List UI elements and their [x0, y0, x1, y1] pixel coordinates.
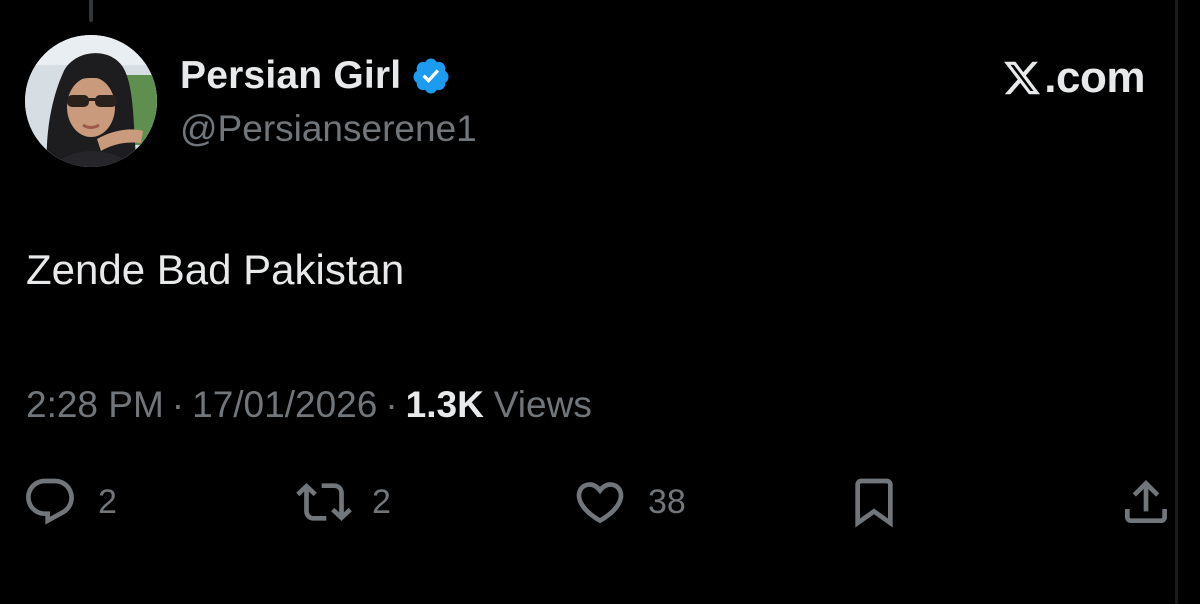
retweet-count: 2	[372, 482, 391, 521]
brand-watermark: .com	[1002, 52, 1145, 104]
like-button[interactable]: 38	[572, 470, 686, 534]
tweet-actions-bar: 2 2 38	[0, 470, 1200, 534]
retweet-icon	[296, 483, 352, 521]
brand-domain-text: .com	[1044, 53, 1145, 102]
tweet-time[interactable]: 2:28 PM	[26, 384, 164, 426]
reply-button[interactable]: 2	[22, 470, 117, 534]
separator-dot: ·	[171, 384, 185, 425]
share-button[interactable]	[1118, 470, 1174, 534]
tweet-text: Zende Bad Pakistan	[26, 246, 405, 293]
reply-count: 2	[98, 482, 117, 521]
share-icon	[1125, 480, 1167, 523]
reply-icon	[26, 478, 74, 525]
avatar[interactable]	[25, 35, 157, 167]
tweet-metadata: 2:28 PM · 17/01/2026 · 1.3K Views	[26, 384, 592, 426]
tweet-date[interactable]: 17/01/2026	[192, 384, 377, 426]
retweet-button[interactable]: 2	[296, 470, 391, 534]
separator-dot: ·	[385, 384, 398, 425]
avatar-image	[25, 35, 157, 167]
bookmark-icon	[855, 478, 893, 528]
heart-icon	[576, 482, 624, 524]
like-count: 38	[648, 482, 686, 521]
thread-connector-line	[89, 0, 93, 22]
user-handle[interactable]: @Persianserene1	[180, 108, 477, 150]
bookmark-button[interactable]	[846, 470, 902, 534]
views-count[interactable]: 1.3K	[406, 384, 484, 426]
x-logo-icon	[1004, 61, 1041, 95]
verified-badge-icon	[411, 56, 451, 96]
display-name[interactable]: Persian Girl	[180, 54, 401, 98]
views-label[interactable]: Views	[494, 384, 592, 426]
